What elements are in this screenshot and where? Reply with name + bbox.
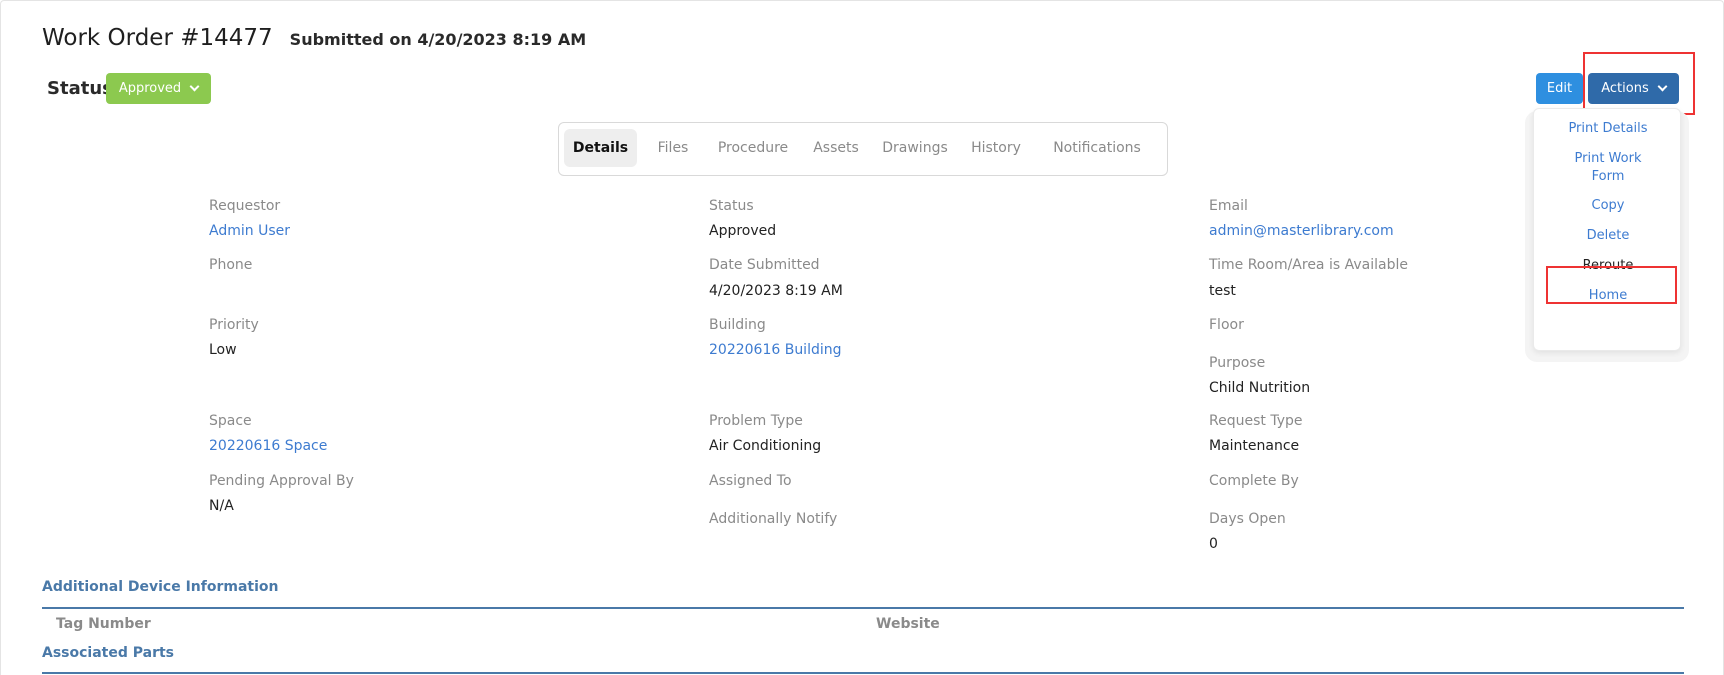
section-divider: [42, 672, 1684, 674]
menu-item-print-details[interactable]: Print Details: [1534, 120, 1682, 138]
tab-bar: Details Files Procedure Assets Drawings …: [558, 122, 1168, 176]
tab-procedure[interactable]: Procedure: [709, 129, 797, 167]
phone-label: Phone: [209, 257, 253, 273]
actions-menu: Print Details Print Work Form Copy Delet…: [1533, 108, 1681, 351]
tab-details[interactable]: Details: [564, 129, 637, 167]
space-link[interactable]: 20220616 Space: [209, 438, 327, 454]
tab-drawings[interactable]: Drawings: [875, 129, 955, 167]
menu-item-copy[interactable]: Copy: [1534, 197, 1682, 215]
tab-assets[interactable]: Assets: [803, 129, 869, 167]
priority-value: Low: [209, 342, 237, 358]
email-link[interactable]: admin@masterlibrary.com: [1209, 223, 1394, 239]
menu-item-delete[interactable]: Delete: [1534, 227, 1682, 245]
problem-type-value: Air Conditioning: [709, 438, 822, 454]
page-title: Work Order #14477: [42, 25, 273, 51]
space-label: Space: [209, 413, 252, 429]
associated-parts-section-title: Associated Parts: [42, 645, 175, 661]
status-value: Approved: [118, 81, 182, 96]
problem-type-label: Problem Type: [709, 413, 803, 429]
status-field-label: Status: [709, 198, 754, 214]
requestor-link[interactable]: Admin User: [209, 223, 290, 239]
purpose-label: Purpose: [1209, 355, 1266, 371]
request-type-label: Request Type: [1209, 413, 1303, 429]
tab-notifications[interactable]: Notifications: [1037, 129, 1157, 167]
work-order-page: Work Order #14477 Submitted on 4/20/2023…: [0, 0, 1724, 675]
column-header-website: Website: [876, 616, 940, 632]
additionally-notify-label: Additionally Notify: [709, 511, 838, 527]
section-divider: [42, 607, 1684, 609]
actions-highlight-box: [1583, 52, 1695, 115]
column-header-tag-number: Tag Number: [56, 616, 151, 632]
page-header: Work Order #14477 Submitted on 4/20/2023…: [42, 25, 586, 51]
purpose-value: Child Nutrition: [1209, 380, 1311, 396]
requestor-label: Requestor: [209, 198, 281, 214]
days-open-label: Days Open: [1209, 511, 1286, 527]
floor-label: Floor: [1209, 317, 1244, 333]
email-label: Email: [1209, 198, 1248, 214]
priority-label: Priority: [209, 317, 259, 333]
date-submitted-label: Date Submitted: [709, 257, 820, 273]
submitted-date: Submitted on 4/20/2023 8:19 AM: [289, 30, 587, 49]
building-link[interactable]: 20220616 Building: [709, 342, 842, 358]
tab-files[interactable]: Files: [643, 129, 703, 167]
status-dropdown-button[interactable]: Approved: [106, 73, 211, 104]
request-type-value: Maintenance: [1209, 438, 1300, 454]
date-submitted-value: 4/20/2023 8:19 AM: [709, 283, 843, 299]
chevron-down-icon: [189, 81, 200, 92]
device-info-section-title: Additional Device Information: [42, 579, 279, 595]
building-label: Building: [709, 317, 766, 333]
complete-by-label: Complete By: [1209, 473, 1299, 489]
assigned-to-label: Assigned To: [709, 473, 792, 489]
time-available-label: Time Room/Area is Available: [1209, 257, 1408, 273]
edit-button[interactable]: Edit: [1536, 73, 1583, 104]
reroute-highlight-box: [1546, 266, 1677, 304]
pending-approval-value: N/A: [209, 498, 234, 514]
tab-history[interactable]: History: [961, 129, 1031, 167]
pending-approval-label: Pending Approval By: [209, 473, 354, 489]
status-field-value: Approved: [709, 223, 777, 239]
days-open-value: 0: [1209, 536, 1218, 552]
status-label: Status: [47, 78, 113, 99]
time-available-value: test: [1209, 283, 1236, 299]
menu-item-print-work-form[interactable]: Print Work Form: [1534, 150, 1682, 186]
